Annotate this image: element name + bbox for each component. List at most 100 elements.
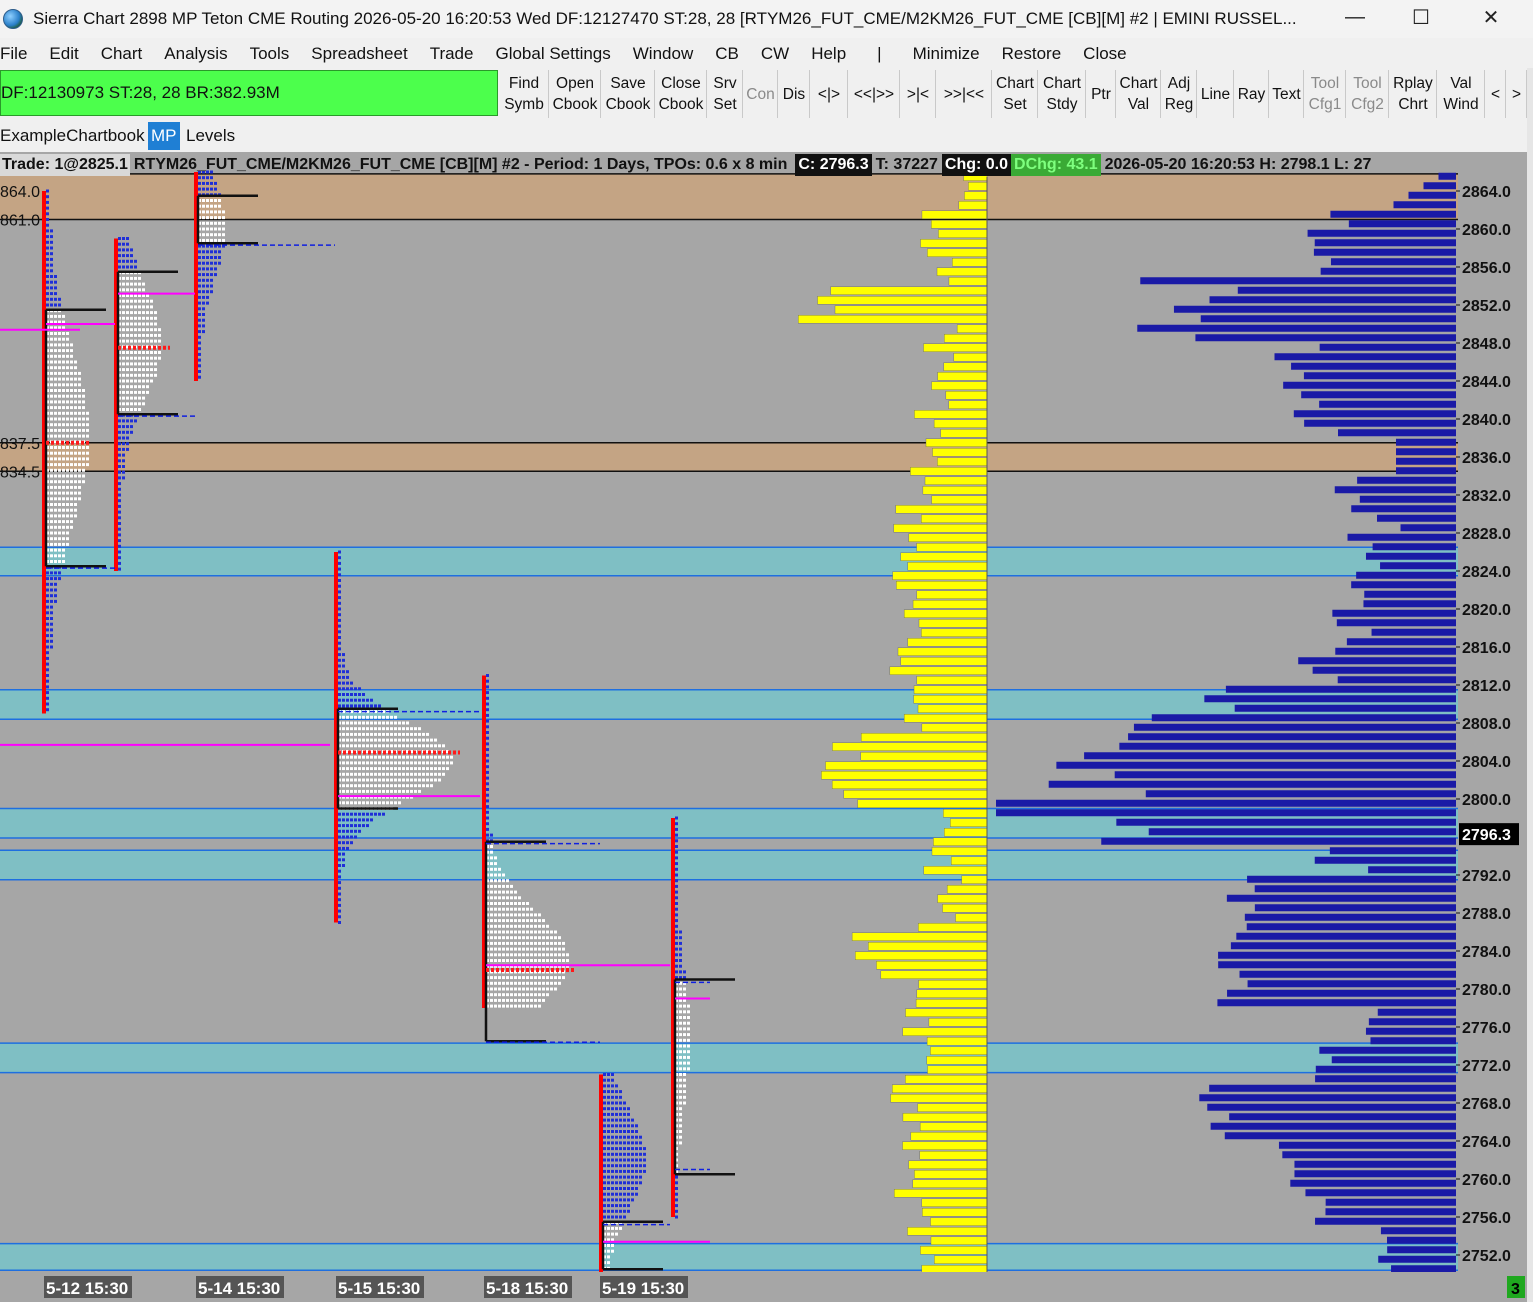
toolbar-button--nav23[interactable]: < bbox=[1486, 70, 1506, 118]
menu-item-file[interactable]: File bbox=[0, 44, 38, 64]
toolbar-button--nav9[interactable]: >|< bbox=[901, 70, 936, 118]
yellow-profile-bar bbox=[860, 752, 988, 761]
toolbar-button-closecbook[interactable]: Close Cbook bbox=[656, 70, 707, 118]
market-profile-chart[interactable]: 2864.02860.02856.02852.02848.02844.02840… bbox=[0, 152, 1527, 1302]
toolbar-button-adjreg[interactable]: Adj Reg bbox=[1162, 70, 1197, 118]
tpo-block bbox=[122, 288, 125, 292]
menu-item-minimize[interactable]: Minimize bbox=[902, 44, 991, 64]
tab-mp[interactable]: MP bbox=[148, 122, 180, 150]
tpo-block bbox=[210, 256, 213, 259]
tpo-block bbox=[346, 812, 349, 816]
yellow-profile-bar bbox=[843, 790, 988, 799]
tpo-block bbox=[550, 936, 553, 940]
menu-item-analysis[interactable]: Analysis bbox=[153, 44, 238, 64]
tpo-block bbox=[78, 480, 81, 484]
toolbar-button-savecbook[interactable]: Save Cbook bbox=[602, 70, 655, 118]
menu-item-restore[interactable]: Restore bbox=[991, 44, 1073, 64]
menu-item-edit[interactable]: Edit bbox=[38, 44, 89, 64]
tpo-block bbox=[74, 371, 77, 375]
toolbar-button--nav8[interactable]: <<|>> bbox=[849, 70, 900, 118]
tpo-block bbox=[526, 998, 529, 1002]
menu-item-chart[interactable]: Chart bbox=[90, 44, 154, 64]
blue-profile-bar bbox=[1380, 562, 1456, 570]
vertical-scrollbar[interactable] bbox=[1527, 68, 1533, 1302]
toolbar-button--nav24[interactable]: > bbox=[1507, 70, 1527, 118]
tpo-block bbox=[607, 1135, 610, 1139]
toolbar-button-valwind[interactable]: Val Wind bbox=[1438, 70, 1485, 118]
toolbar-button-chartval[interactable]: Chart Val bbox=[1117, 70, 1161, 118]
tpo-block bbox=[394, 801, 397, 805]
tpo-block bbox=[675, 896, 678, 900]
toolbar-button-opencbook[interactable]: Open Cbook bbox=[550, 70, 601, 118]
tpo-block bbox=[210, 216, 213, 220]
tpo-block bbox=[386, 721, 389, 725]
toolbar-button-findsymb[interactable]: Find Symb bbox=[500, 70, 549, 118]
toolbar-button-rplaychrt[interactable]: Rplay Chrt bbox=[1390, 70, 1437, 118]
toolbar-button-chartstdy[interactable]: Chart Stdy bbox=[1039, 70, 1086, 118]
toolbar-button-toolcfg1[interactable]: Tool Cfg1 bbox=[1305, 70, 1346, 118]
tpo-block bbox=[62, 560, 65, 563]
toolbar-button--nav10[interactable]: >>|<< bbox=[937, 70, 992, 118]
tpo-block bbox=[687, 1027, 690, 1031]
tpo-block bbox=[619, 1101, 622, 1105]
tpo-block bbox=[198, 176, 201, 180]
menu-item-help[interactable]: Help bbox=[800, 44, 857, 64]
menu-item-trade[interactable]: Trade bbox=[419, 44, 485, 64]
price-axis-label: 2756.0 bbox=[1462, 1210, 1511, 1227]
tab-example-chartbook[interactable]: ExampleChartbook bbox=[0, 122, 145, 150]
menu-item-spreadsheet[interactable]: Spreadsheet bbox=[300, 44, 418, 64]
tpo-block bbox=[58, 491, 61, 495]
tpo-block bbox=[627, 1152, 630, 1156]
tpo-block bbox=[58, 531, 61, 535]
toolbar-button-srvset[interactable]: Srv Set bbox=[708, 70, 743, 118]
tpo-block bbox=[530, 953, 533, 957]
tpo-block bbox=[74, 503, 77, 506]
toolbar-button-ptr[interactable]: Ptr bbox=[1087, 70, 1116, 118]
toolbar-button-con[interactable]: Con bbox=[744, 70, 778, 118]
maximize-window-button[interactable]: ☐ bbox=[1386, 0, 1456, 34]
tpo-block bbox=[122, 408, 125, 411]
tpo-block bbox=[346, 761, 349, 765]
menu-item-tools[interactable]: Tools bbox=[239, 44, 301, 64]
tab-levels[interactable]: Levels bbox=[186, 122, 235, 150]
toolbar-button-dis[interactable]: Dis bbox=[779, 70, 810, 118]
toolbar-button--nav7[interactable]: <|> bbox=[811, 70, 848, 118]
menu-item-global-settings[interactable]: Global Settings bbox=[484, 44, 621, 64]
menu-item-window[interactable]: Window bbox=[622, 44, 704, 64]
tpo-block bbox=[342, 658, 345, 662]
blue-profile-bar bbox=[1226, 894, 1456, 902]
tpo-block bbox=[623, 1192, 626, 1196]
tpo-block bbox=[522, 976, 525, 980]
tpo-block bbox=[442, 761, 445, 765]
toolbar-button-text[interactable]: Text bbox=[1270, 70, 1304, 118]
tpo-block bbox=[150, 322, 153, 326]
close-window-button[interactable]: ✕ bbox=[1456, 0, 1526, 34]
tpo-block bbox=[198, 261, 201, 265]
minimize-window-button[interactable]: — bbox=[1320, 0, 1390, 34]
tpo-block bbox=[70, 366, 73, 370]
tpo-block bbox=[603, 1187, 606, 1190]
blue-profile-bar bbox=[1364, 590, 1456, 598]
tpo-block bbox=[426, 772, 429, 776]
tpo-block bbox=[46, 691, 49, 695]
menu-item-cw[interactable]: CW bbox=[750, 44, 800, 64]
tpo-block bbox=[70, 394, 73, 398]
tpo-block bbox=[619, 1209, 622, 1213]
tpo-block bbox=[62, 451, 65, 455]
tpo-block bbox=[122, 425, 125, 429]
tpo-block bbox=[138, 333, 141, 337]
tpo-block bbox=[50, 269, 53, 273]
menu-item-cb[interactable]: CB bbox=[704, 44, 750, 64]
toolbar-button-ray[interactable]: Ray bbox=[1235, 70, 1269, 118]
toolbar-button-line[interactable]: Line bbox=[1198, 70, 1234, 118]
chart-area[interactable]: 2864.0 2860.0 2856.0 2852.0 2848.0 2844.0 2840… bbox=[0, 152, 1527, 1302]
tpo-block bbox=[675, 924, 678, 928]
menu-item-close[interactable]: Close bbox=[1072, 44, 1137, 64]
toolbar-button-chartset[interactable]: Chart Set bbox=[993, 70, 1038, 118]
tpo-block bbox=[514, 981, 517, 985]
tpo-block bbox=[398, 727, 401, 731]
toolbar-button-toolcfg2[interactable]: Tool Cfg2 bbox=[1347, 70, 1389, 118]
tpo-block bbox=[46, 303, 49, 307]
tpo-block bbox=[350, 704, 353, 708]
tpo-block bbox=[615, 1084, 618, 1088]
